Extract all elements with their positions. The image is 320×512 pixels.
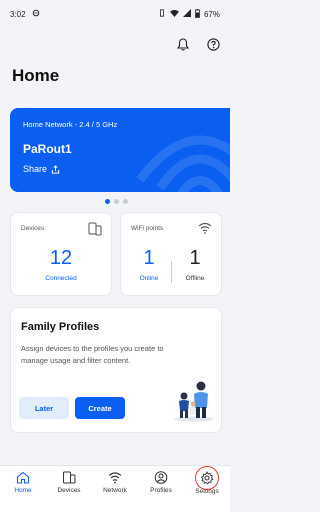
connected-label: Connected: [45, 275, 77, 282]
carousel-dot[interactable]: [123, 199, 128, 204]
devices-card-label: Devices: [21, 225, 45, 232]
nav-devices-label: Devices: [57, 487, 81, 494]
share-button[interactable]: Share: [23, 164, 60, 174]
online-count: 1: [143, 247, 155, 269]
wifi-signal-icon: [170, 9, 179, 19]
battery-percent: 67%: [203, 9, 220, 19]
nav-home[interactable]: Home: [0, 466, 46, 512]
devices-nav-icon: [63, 471, 76, 484]
wifi-points-card[interactable]: WiFi points 1 1 Online Offline: [120, 212, 222, 296]
network-card[interactable]: Home Network - 2.4 / 5 GHz PaRout1 Share: [10, 108, 230, 192]
nav-settings[interactable]: Settings: [184, 466, 230, 512]
family-profiles-title: Family Profiles: [21, 321, 100, 333]
wifi-points-label: WiFi points: [131, 225, 164, 232]
carousel-dot[interactable]: [114, 199, 119, 204]
network-wifi-icon: [108, 472, 122, 484]
create-button[interactable]: Create: [75, 397, 125, 419]
later-button[interactable]: Later: [19, 397, 69, 419]
wifi-watermark-icon: [136, 135, 230, 192]
nav-network-label: Network: [103, 487, 127, 494]
offline-count: 1: [189, 247, 201, 269]
nav-network[interactable]: Network: [92, 466, 138, 512]
profiles-icon: [154, 471, 168, 484]
carousel-dot[interactable]: [105, 199, 110, 204]
devices-icon: [88, 222, 102, 236]
family-profiles-card: Family Profiles Assign devices to the pr…: [10, 307, 222, 433]
stat-divider: [171, 261, 172, 283]
family-illustration: [174, 381, 214, 422]
status-time: 3:02: [10, 9, 26, 19]
top-actions: [176, 37, 220, 51]
connected-devices-count: 12: [49, 247, 73, 269]
battery-icon: [195, 8, 200, 20]
help-icon[interactable]: [206, 37, 220, 51]
share-icon: [51, 164, 60, 174]
devices-card[interactable]: Devices 12 Connected: [10, 212, 112, 296]
carousel-indicator: [105, 199, 128, 204]
page-title: Home: [12, 66, 60, 85]
status-bar: 3:02 67%: [0, 0, 230, 28]
cell-signal-icon: [182, 9, 191, 19]
online-label: Online: [139, 275, 159, 282]
home-icon: [16, 471, 30, 484]
vpn-icon: [32, 9, 40, 19]
vibrate-icon: [158, 9, 166, 19]
notifications-bell-icon[interactable]: [176, 37, 190, 51]
nav-devices[interactable]: Devices: [46, 466, 92, 512]
share-label: Share: [23, 164, 48, 174]
network-subtitle: Home Network - 2.4 / 5 GHz: [23, 120, 118, 129]
wifi-icon: [198, 222, 212, 234]
offline-label: Offline: [185, 275, 205, 282]
network-name: PaRout1: [23, 142, 72, 156]
nav-profiles[interactable]: Profiles: [138, 466, 184, 512]
nav-profiles-label: Profiles: [150, 487, 172, 494]
family-profiles-description: Assign devices to the profiles you creat…: [21, 344, 164, 365]
settings-highlight-ring: [195, 466, 219, 490]
nav-home-label: Home: [14, 487, 32, 494]
bottom-navigation: Home Devices Network Profiles Settings: [0, 465, 230, 512]
